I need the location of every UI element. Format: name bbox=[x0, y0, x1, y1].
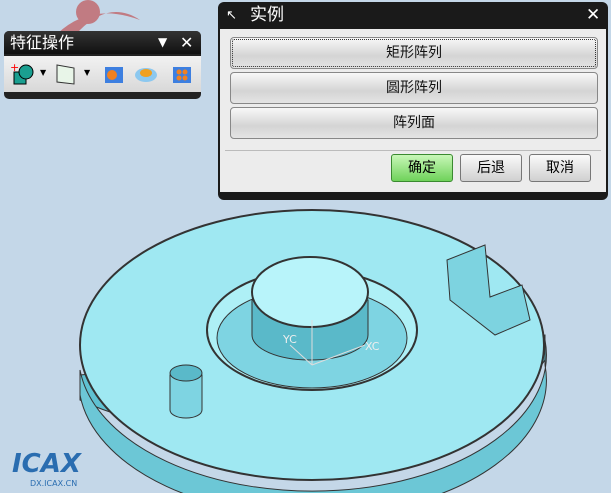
icax-logo: ICAX bbox=[12, 449, 83, 479]
rectangular-array-button[interactable]: 矩形阵列 bbox=[230, 37, 598, 69]
dialog-title: 实例 bbox=[250, 5, 284, 25]
axis-label-xc: XC bbox=[365, 340, 380, 353]
back-button[interactable]: 后退 bbox=[460, 154, 522, 182]
instance-feature-icon[interactable] bbox=[170, 62, 194, 86]
pin-icon[interactable]: ↖ bbox=[226, 2, 237, 29]
dropdown-arrow-icon[interactable]: ▼ bbox=[40, 68, 46, 77]
instance-dialog: ↖ 实例 ✕ 矩形阵列 圆形阵列 阵列面 确定 后退 取消 bbox=[218, 2, 608, 200]
circular-array-button[interactable]: 圆形阵列 bbox=[230, 72, 598, 104]
part-model bbox=[79, 209, 547, 493]
svg-text:+: + bbox=[10, 62, 19, 74]
ok-button[interactable]: 确定 bbox=[391, 154, 453, 182]
dialog-titlebar[interactable]: ↖ 实例 ✕ bbox=[218, 2, 608, 29]
datum-plane-icon[interactable] bbox=[54, 62, 78, 86]
hole-icon[interactable] bbox=[102, 62, 126, 86]
toolbar-title: 特征操作 bbox=[10, 33, 75, 52]
boss-icon[interactable] bbox=[134, 62, 158, 86]
dropdown-arrow-icon[interactable]: ▼ bbox=[158, 31, 167, 54]
add-feature-icon[interactable]: + bbox=[10, 62, 34, 86]
close-icon[interactable]: ✕ bbox=[586, 2, 600, 29]
dialog-body: 矩形阵列 圆形阵列 阵列面 确定 后退 取消 bbox=[220, 29, 606, 192]
pattern-face-button[interactable]: 阵列面 bbox=[230, 107, 598, 139]
toolbar-icons: + ▼ ▼ bbox=[4, 56, 201, 92]
dropdown-arrow-icon[interactable]: ▼ bbox=[84, 68, 90, 77]
cancel-button[interactable]: 取消 bbox=[529, 154, 591, 182]
close-icon[interactable]: ✕ bbox=[180, 31, 193, 54]
axis-label-yc: YC bbox=[282, 333, 297, 346]
toolbar-titlebar[interactable]: 特征操作 ▼ ✕ bbox=[4, 31, 201, 54]
icax-logo-url: DX.ICAX.CN bbox=[30, 479, 77, 488]
feature-operation-toolbar: 特征操作 ▼ ✕ + ▼ ▼ bbox=[4, 31, 201, 99]
divider bbox=[225, 150, 601, 151]
